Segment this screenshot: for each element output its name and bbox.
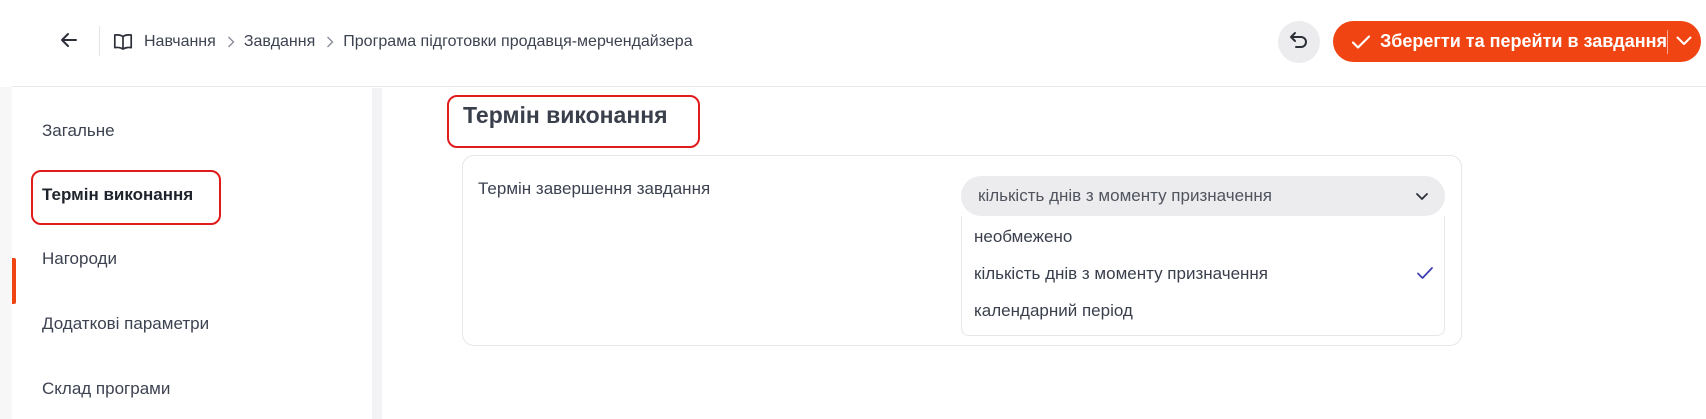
sidebar: Загальне Термін виконання Нагороди Додат… [12,88,372,419]
option-label: кількість днів з моменту призначення [974,264,1269,283]
top-bar: Навчання Завдання Програма підготовки пр… [12,0,1706,87]
option-unlimited[interactable]: необмежено [974,221,1434,253]
header-divider [99,26,100,56]
save-and-go-label: Зберегти та перейти в завдання [1380,31,1667,51]
chevron-down-icon [1413,187,1431,205]
breadcrumb-item-tasks[interactable]: Завдання [244,33,315,51]
arrow-left-icon [59,30,79,55]
save-and-go-button[interactable]: Зберегти та перейти в завдання [1333,21,1701,62]
undo-button[interactable] [1278,21,1320,63]
breadcrumb: Навчання Завдання Програма підготовки пр… [113,30,693,54]
sidebar-item-rewards[interactable]: Нагороди [42,244,117,274]
sidebar-item-general[interactable]: Загальне [42,116,115,146]
option-calendar-period[interactable]: календарний період [974,295,1434,327]
deadline-select-value: кількість днів з моменту призначення [978,186,1273,205]
sidebar-item-additional-params[interactable]: Додаткові параметри [42,309,209,339]
breadcrumb-item-learning[interactable]: Навчання [144,33,216,51]
sidebar-item-program-content[interactable]: Склад програми [42,374,170,404]
deadline-dropdown-menu: необмежено кількість днів з моменту приз… [961,216,1445,336]
chevron-right-icon [227,36,235,48]
left-edge-strip [0,87,12,419]
sidebar-divider [372,88,382,419]
check-icon [1416,265,1434,281]
breadcrumb-item-current: Програма підготовки продавця-мерчендайзе… [343,33,693,50]
check-icon [1351,34,1371,50]
option-label: календарний період [974,301,1133,320]
save-and-go-main[interactable]: Зберегти та перейти в завдання [1333,21,1667,62]
option-label: необмежено [974,227,1073,246]
back-button[interactable] [48,28,90,56]
chevron-right-icon [326,36,334,48]
undo-icon [1288,30,1310,55]
option-days-from-assignment[interactable]: кількість днів з моменту призначення [974,258,1434,290]
save-options-dropdown-button[interactable] [1668,21,1701,62]
deadline-select[interactable]: кількість днів з моменту призначення [961,176,1445,216]
deadline-field-label: Термін завершення завдання [478,179,711,198]
book-icon [113,33,133,51]
active-indicator [12,258,16,304]
chevron-down-icon [1676,33,1692,51]
highlight-frame-sidebar [31,170,221,225]
highlight-frame-title [447,95,700,148]
